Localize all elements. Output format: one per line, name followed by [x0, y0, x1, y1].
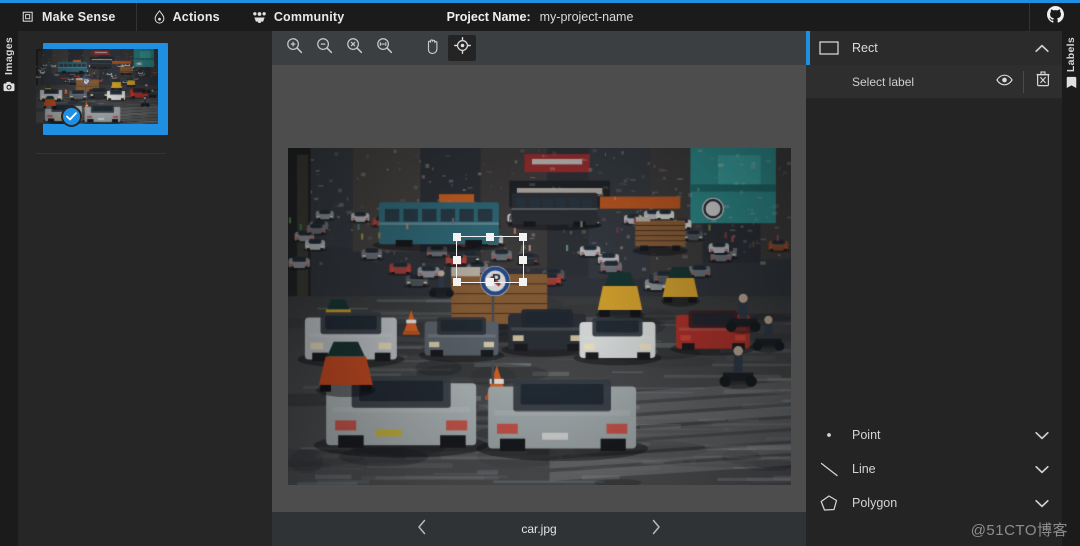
editor-area: car.jpg [272, 31, 806, 546]
thumbnail-item-car[interactable] [36, 43, 168, 141]
resize-handle-bottom-right[interactable] [519, 278, 527, 286]
github-icon [1046, 6, 1064, 28]
nav-item-actions[interactable]: Actions [137, 3, 236, 31]
section-header-polygon[interactable]: Polygon [806, 486, 1062, 520]
resize-handle-bottom-center[interactable] [486, 278, 494, 286]
right-tabstrip: Labels [1062, 31, 1080, 546]
brand-label: Make Sense [42, 10, 116, 24]
thumbnail-check-badge [61, 106, 82, 127]
square-stack-icon [22, 11, 35, 24]
project-name-value[interactable]: my-project-name [540, 10, 634, 24]
zoom-out-button[interactable] [310, 35, 338, 61]
navbar-right-group [1029, 3, 1080, 31]
zoom-reset-icon [346, 37, 363, 59]
label-row-select-label[interactable]: Select label [806, 65, 1062, 99]
flame-icon [153, 10, 166, 24]
check-icon [66, 108, 77, 126]
resize-handle-top-left[interactable] [453, 233, 461, 241]
polygon-icon [806, 494, 852, 512]
chevron-down-icon[interactable] [1022, 465, 1062, 474]
zoom-in-icon [286, 37, 303, 59]
editor-toolbar [272, 31, 806, 65]
thumbnail-image [36, 49, 158, 124]
tab-images[interactable]: Images [0, 37, 18, 121]
hand-pan-icon [424, 37, 441, 60]
resize-handle-middle-right[interactable] [519, 255, 527, 264]
github-link-button[interactable] [1030, 3, 1080, 31]
line-icon [806, 462, 852, 477]
section-header-line[interactable]: Line [806, 452, 1062, 486]
section-header-rect[interactable]: Rect [806, 31, 1062, 65]
trash-icon [1036, 71, 1050, 92]
brand-make-sense[interactable]: Make Sense [0, 3, 137, 31]
project-name-label: Project Name: [446, 10, 531, 24]
resize-handle-bottom-left[interactable] [453, 278, 461, 286]
select-tool-button[interactable] [448, 35, 476, 61]
pan-tool-button[interactable] [418, 35, 446, 61]
top-navbar: Make Sense Actions Community Project Nam… [0, 3, 1080, 31]
rectangle-icon [806, 41, 852, 55]
tab-images-label: Images [3, 37, 15, 75]
left-tabstrip: Images [0, 31, 18, 546]
chevron-up-icon[interactable] [1022, 44, 1062, 53]
eye-icon [995, 73, 1013, 91]
chevron-down-icon[interactable] [1022, 431, 1062, 440]
tab-labels[interactable]: Labels [1062, 37, 1080, 121]
navbar-left-group: Make Sense Actions Community [0, 3, 360, 31]
rect-annotation[interactable] [453, 233, 527, 286]
resize-handle-top-right[interactable] [519, 233, 527, 241]
image-thumbnail-list[interactable] [18, 31, 272, 546]
crosshair-target-icon [453, 37, 471, 59]
zoom-fit-icon [376, 37, 393, 59]
labels-panel-body: Rect Select label Point Line Polygon [806, 31, 1062, 546]
nav-item-actions-label: Actions [172, 10, 220, 24]
labels-panel-spacer [806, 99, 1062, 418]
previous-image-button[interactable] [405, 512, 439, 546]
resize-handle-top-center[interactable] [486, 233, 494, 241]
zoom-reset-button[interactable] [340, 35, 368, 61]
chevron-right-icon [650, 519, 662, 540]
section-active-accent [806, 31, 810, 65]
image-canvas-area[interactable] [272, 65, 806, 512]
images-panel: Images [0, 31, 272, 546]
delete-label-button[interactable] [1024, 71, 1062, 92]
section-header-point[interactable]: Point [806, 418, 1062, 452]
section-title-line: Line [852, 462, 876, 476]
label-select-text[interactable]: Select label [806, 75, 985, 89]
zoom-in-button[interactable] [280, 35, 308, 61]
tag-icon [1066, 76, 1077, 94]
people-group-icon [252, 11, 267, 24]
image-navigation-bar: car.jpg [272, 512, 806, 546]
annotated-image[interactable] [288, 148, 791, 485]
section-title-rect: Rect [852, 41, 878, 55]
section-title-point: Point [852, 428, 881, 442]
zoom-out-icon [316, 37, 333, 59]
resize-handle-middle-left[interactable] [453, 255, 461, 264]
section-title-polygon: Polygon [852, 496, 898, 510]
chevron-down-icon[interactable] [1022, 499, 1062, 508]
thumbnail-list-divider [36, 153, 166, 154]
thumbnail-canvas [36, 49, 158, 124]
make-sense-app: Make Sense Actions Community Project Nam… [0, 0, 1080, 546]
chevron-left-icon [416, 519, 428, 540]
toggle-visibility-button[interactable] [985, 73, 1023, 91]
labels-panel: Rect Select label Point Line Polygon Lab… [806, 31, 1080, 546]
point-icon [806, 430, 852, 440]
tab-labels-label: Labels [1065, 37, 1077, 73]
photo-canvas [288, 148, 791, 485]
nav-item-community[interactable]: Community [236, 3, 361, 31]
camera-icon [3, 79, 15, 97]
current-image-filename: car.jpg [521, 522, 557, 536]
nav-item-community-label: Community [273, 10, 345, 24]
zoom-fit-button[interactable] [370, 35, 398, 61]
next-image-button[interactable] [639, 512, 673, 546]
